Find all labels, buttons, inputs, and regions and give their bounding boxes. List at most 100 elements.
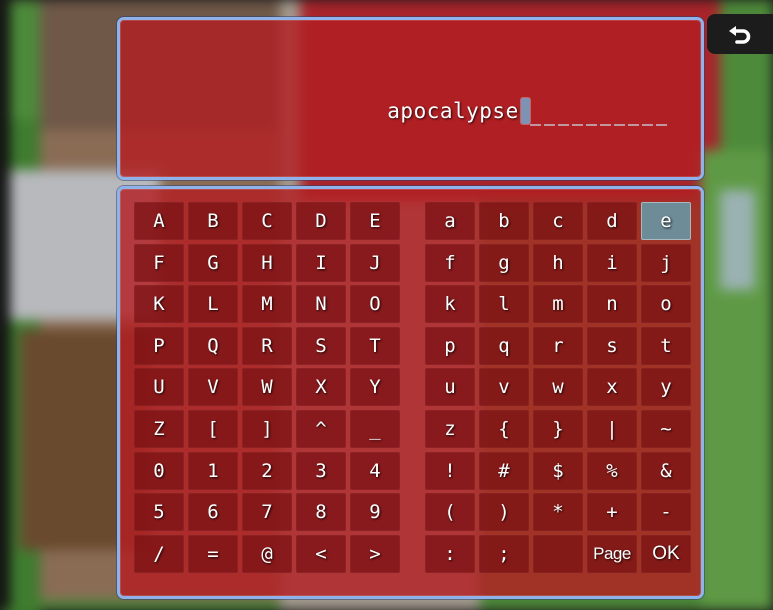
name-text: apocalypse (387, 99, 519, 123)
key-left-bracket[interactable]: [ (188, 409, 238, 448)
key-ampersand[interactable]: & (641, 451, 691, 490)
key-dollar[interactable]: $ (533, 451, 583, 490)
key-upper-r[interactable]: R (242, 326, 292, 365)
key-lower-y[interactable]: y (641, 368, 691, 407)
uppercase-key-grid: A B C D E F G H I J K L M N O P Q R S T U V W X Y Z[] ^ _ 0 1 2 3 4 5 6 7 8 9… (134, 202, 400, 573)
name-slot-underline (530, 124, 670, 126)
key-lower-k[interactable]: k (425, 285, 475, 324)
key-lower-t[interactable]: t (641, 326, 691, 365)
key-lower-c[interactable]: c (533, 202, 583, 240)
key-lower-m[interactable]: m (533, 285, 583, 324)
key-lower-v[interactable]: v (479, 368, 529, 407)
key-upper-q[interactable]: Q (188, 326, 238, 365)
key-left-paren[interactable]: ( (425, 493, 475, 532)
key-caret[interactable]: ^ (296, 409, 346, 448)
key-upper-e[interactable]: E (350, 202, 400, 240)
name-edit-window: apocalypse (117, 17, 704, 180)
lowercase-key-grid: a b c d e f g h i j k l m n o p q r s t u v w x y z{} | ~! # $% & () * + -… (425, 202, 691, 573)
key-right-paren[interactable]: ) (479, 493, 529, 532)
ok-button[interactable]: OK (641, 534, 691, 573)
key-slash[interactable]: / (134, 534, 184, 573)
key-4[interactable]: 4 (350, 451, 400, 490)
key-upper-l[interactable]: L (188, 285, 238, 324)
key-lower-p[interactable]: p (425, 326, 475, 365)
key-7[interactable]: 7 (242, 493, 292, 532)
key-lower-d[interactable]: d (587, 202, 637, 240)
key-upper-t[interactable]: T (350, 326, 400, 365)
key-less-than[interactable]: < (296, 534, 346, 573)
key-lower-b[interactable]: b (479, 202, 529, 240)
key-upper-h[interactable]: H (242, 243, 292, 282)
key-greater-than[interactable]: > (350, 534, 400, 573)
key-right-brace[interactable]: } (533, 409, 583, 448)
key-5[interactable]: 5 (134, 493, 184, 532)
key-upper-g[interactable]: G (188, 243, 238, 282)
key-equals[interactable]: = (188, 534, 238, 573)
key-upper-m[interactable]: M (242, 285, 292, 324)
key-lower-f[interactable]: f (425, 243, 475, 282)
key-upper-d[interactable]: D (296, 202, 346, 240)
key-upper-z[interactable]: Z (134, 409, 184, 448)
key-tilde[interactable]: ~ (641, 409, 691, 448)
key-lower-w[interactable]: w (533, 368, 583, 407)
key-lower-u[interactable]: u (425, 368, 475, 407)
key-upper-f[interactable]: F (134, 243, 184, 282)
key-lower-h[interactable]: h (533, 243, 583, 282)
key-asterisk[interactable]: * (533, 493, 583, 532)
key-lower-g[interactable]: g (479, 243, 529, 282)
key-upper-o[interactable]: O (350, 285, 400, 324)
key-8[interactable]: 8 (296, 493, 346, 532)
key-lower-q[interactable]: q (479, 326, 529, 365)
key-left-brace[interactable]: { (479, 409, 529, 448)
key-upper-s[interactable]: S (296, 326, 346, 365)
game-screen: apocalypse A B C D E F G H I J K L M N O P Q R S T U V W X Y Z[] ^… (0, 0, 773, 610)
key-1[interactable]: 1 (188, 451, 238, 490)
key-9[interactable]: 9 (350, 493, 400, 532)
key-upper-c[interactable]: C (242, 202, 292, 240)
page-button[interactable]: Page (587, 534, 637, 573)
key-2[interactable]: 2 (242, 451, 292, 490)
key-lower-j[interactable]: j (641, 243, 691, 282)
key-minus[interactable]: - (641, 493, 691, 532)
key-lower-n[interactable]: n (587, 285, 637, 324)
key-lower-l[interactable]: l (479, 285, 529, 324)
key-upper-i[interactable]: I (296, 243, 346, 282)
name-entry-line: apocalypse (120, 98, 701, 124)
key-hash[interactable]: # (479, 451, 529, 490)
key-lower-e[interactable]: e (641, 202, 691, 240)
name-cursor (520, 98, 530, 124)
key-lower-s[interactable]: s (587, 326, 637, 365)
key-lower-r[interactable]: r (533, 326, 583, 365)
key-upper-w[interactable]: W (242, 368, 292, 407)
key-lower-a[interactable]: a (425, 202, 475, 240)
key-lower-i[interactable]: i (587, 243, 637, 282)
key-upper-y[interactable]: Y (350, 368, 400, 407)
key-upper-a[interactable]: A (134, 202, 184, 240)
key-upper-k[interactable]: K (134, 285, 184, 324)
key-3[interactable]: 3 (296, 451, 346, 490)
key-plus[interactable]: + (587, 493, 637, 532)
back-button[interactable] (707, 14, 773, 54)
key-exclamation[interactable]: ! (425, 451, 475, 490)
key-upper-n[interactable]: N (296, 285, 346, 324)
return-arrow-icon (727, 23, 753, 45)
key-6[interactable]: 6 (188, 493, 238, 532)
key-percent[interactable]: % (587, 451, 637, 490)
key-0[interactable]: 0 (134, 451, 184, 490)
key-at[interactable]: @ (242, 534, 292, 573)
key-pipe[interactable]: | (587, 409, 637, 448)
key-upper-x[interactable]: X (296, 368, 346, 407)
key-lower-z[interactable]: z (425, 409, 475, 448)
key-upper-b[interactable]: B (188, 202, 238, 240)
key-underscore[interactable]: _ (350, 409, 400, 448)
key-colon[interactable]: : (425, 534, 475, 573)
key-lower-x[interactable]: x (587, 368, 637, 407)
key-upper-p[interactable]: P (134, 326, 184, 365)
key-upper-u[interactable]: U (134, 368, 184, 407)
key-lower-o[interactable]: o (641, 285, 691, 324)
key-right-bracket[interactable]: ] (242, 409, 292, 448)
key-semicolon[interactable]: ; (479, 534, 529, 573)
key-upper-j[interactable]: J (350, 243, 400, 282)
key-blank[interactable] (533, 534, 583, 573)
key-upper-v[interactable]: V (188, 368, 238, 407)
